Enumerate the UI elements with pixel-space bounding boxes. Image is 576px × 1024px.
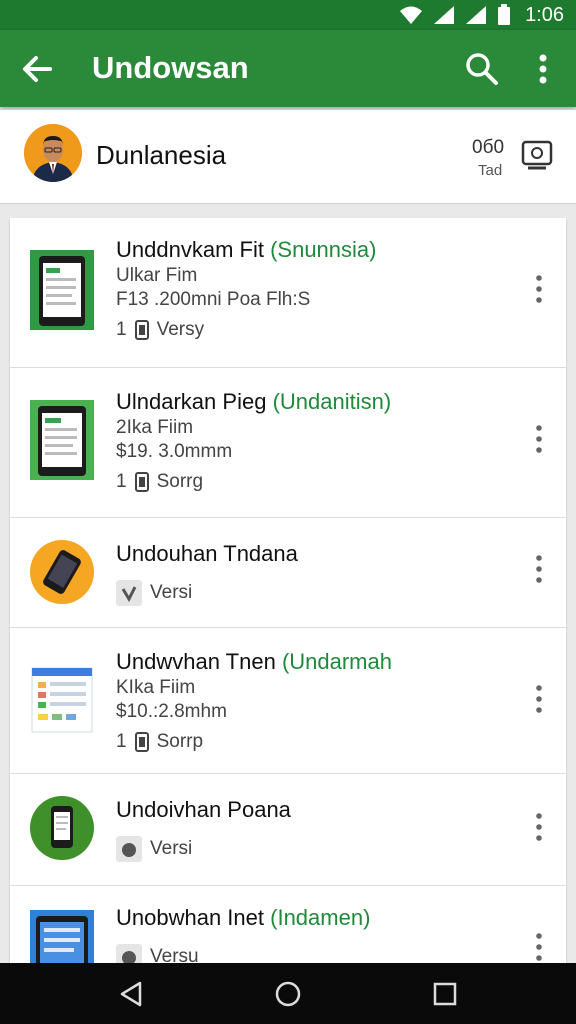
list-item[interactable]: Unobwhan Inet (Indamen) Versu	[10, 886, 566, 964]
wifi-icon	[400, 6, 423, 24]
nav-recents-icon[interactable]	[430, 979, 460, 1009]
sync-screen-icon[interactable]	[520, 138, 554, 174]
item-meta: Versi	[116, 836, 510, 862]
item-meta: Versi	[116, 580, 510, 606]
page-title: Undowsan	[92, 50, 249, 85]
signal-icon	[434, 6, 455, 24]
item-menu-icon[interactable]	[532, 424, 546, 454]
item-meta: 1 Sorrp	[116, 731, 204, 752]
spreadsheet-icon	[31, 667, 93, 733]
item-title: Ulndarkan Pieg (Undanitisn)	[116, 389, 392, 414]
item-title: Undouhan Tndana	[116, 541, 298, 566]
nav-back-icon[interactable]	[116, 979, 146, 1009]
item-details: $10.:2.8mhm	[116, 701, 227, 722]
status-bar: 1:06	[0, 0, 576, 30]
back-arrow-icon[interactable]	[20, 52, 54, 86]
file-icon	[134, 472, 149, 492]
download-list: Unddnvkam Fit (Snunnsia) Ulkar Fim F13 .…	[10, 218, 566, 964]
tablet-blue-icon	[30, 910, 94, 964]
account-name: Dunlanesia	[96, 140, 227, 170]
version-icon	[116, 836, 142, 862]
app-bar: Undowsan	[0, 30, 576, 107]
list-item[interactable]: Undwvhan Tnen (Undarmah KIka Fiim $10.:2…	[10, 628, 566, 774]
phone-green-icon	[30, 796, 94, 860]
item-title: Unobwhan Inet (Indamen)	[116, 905, 371, 930]
tablet-doc-icon	[30, 400, 94, 480]
item-title: Unddnvkam Fit (Snunnsia)	[116, 237, 377, 262]
overflow-menu-icon[interactable]	[528, 50, 558, 88]
item-title: Undoivhan Poana	[116, 797, 291, 822]
signal-icon-2	[466, 6, 487, 24]
search-icon[interactable]	[463, 50, 501, 88]
item-details: $19. 3.0mmm	[116, 441, 233, 462]
item-subtitle: Ulkar Fim	[116, 265, 198, 286]
account-counter-label: Tad	[478, 162, 503, 179]
version-icon	[116, 580, 142, 606]
version-icon	[116, 944, 142, 964]
list-item[interactable]: Ulndarkan Pieg (Undanitisn) 2Ika Fiim $1…	[10, 368, 566, 518]
battery-icon	[498, 4, 511, 25]
item-title: Undwvhan Tnen (Undarmah	[116, 649, 392, 674]
list-item[interactable]: Undouhan Tndana Versi	[10, 518, 566, 628]
item-meta: 1 Sorrg	[116, 471, 204, 492]
item-details: F13 .200mni Poa Flh:S	[116, 289, 311, 310]
file-icon	[134, 320, 149, 340]
item-meta: Versu	[116, 944, 510, 964]
account-header[interactable]: Dunlanesia 0б0 Tad	[0, 110, 576, 204]
tablet-doc-icon	[30, 250, 94, 330]
list-item[interactable]: Unddnvkam Fit (Snunnsia) Ulkar Fim F13 .…	[10, 218, 566, 368]
nav-home-icon[interactable]	[273, 979, 303, 1009]
account-counter: 0б0	[472, 137, 505, 158]
person-avatar-icon	[24, 124, 82, 182]
phone-circle-icon	[30, 540, 94, 604]
item-menu-icon[interactable]	[532, 932, 546, 962]
system-nav-bar	[0, 963, 576, 1024]
item-menu-icon[interactable]	[532, 812, 546, 842]
list-item[interactable]: Undoivhan Poana Versi	[10, 774, 566, 886]
item-menu-icon[interactable]	[532, 684, 546, 714]
item-menu-icon[interactable]	[532, 554, 546, 584]
avatar[interactable]	[24, 124, 82, 182]
status-time: 1:06	[525, 3, 564, 26]
item-subtitle: 2Ika Fiim	[116, 417, 194, 438]
item-meta: 1 Versy	[116, 319, 205, 340]
item-subtitle: KIka Fiim	[116, 677, 196, 698]
item-menu-icon[interactable]	[532, 274, 546, 304]
file-icon	[134, 732, 149, 752]
